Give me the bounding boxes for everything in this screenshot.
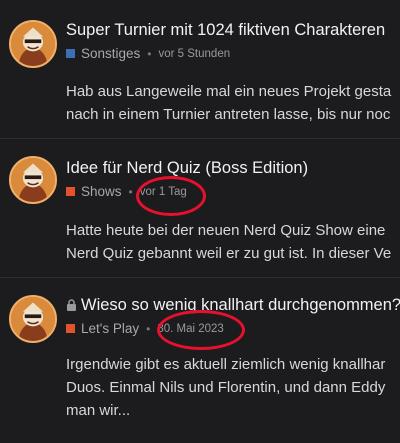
avatar-image (11, 22, 55, 66)
avatar[interactable] (9, 156, 57, 204)
category-color-badge (66, 49, 75, 58)
category-link[interactable]: Let's Play (81, 321, 139, 336)
category-link[interactable]: Shows (81, 184, 122, 199)
excerpt-line: Duos. Einmal Nils und Florentin, und dan… (66, 379, 386, 396)
topic-title[interactable]: Idee für Nerd Quiz (Boss Edition) (66, 159, 400, 178)
topic-meta: Sonstiges • vor 5 Stunden (66, 46, 400, 61)
category-color-badge (66, 187, 75, 196)
topic-meta: Shows • vor 1 Tag (66, 184, 400, 199)
topic-time[interactable]: vor 5 Stunden (159, 48, 231, 60)
topic-meta: Let's Play • 30. Mai 2023 (66, 321, 400, 336)
topic-excerpt[interactable]: Hatte heute bei der neuen Nerd Quiz Show… (66, 219, 400, 265)
excerpt-line: Nerd Quiz gebannt weil er zu gut ist. In… (66, 245, 392, 262)
topic-item[interactable]: Idee für Nerd Quiz (Boss Edition) Shows … (0, 139, 400, 278)
topic-time[interactable]: 30. Mai 2023 (157, 323, 224, 335)
topic-excerpt[interactable]: Irgendwie gibt es aktuell ziemlich wenig… (66, 353, 400, 422)
topic-item[interactable]: Super Turnier mit 1024 fiktiven Charakte… (0, 0, 400, 139)
topic-item[interactable]: Wieso so wenig knallhart durchgenommen? … (0, 278, 400, 443)
avatar-image (11, 158, 55, 202)
separator-dot: • (128, 184, 133, 199)
topic-title-text: Wieso so wenig knallhart durchgenommen? (81, 296, 400, 314)
excerpt-line: man wir... (66, 402, 131, 419)
category-color-badge (66, 324, 75, 333)
separator-dot: • (147, 46, 152, 61)
topic-time[interactable]: vor 1 Tag (140, 186, 187, 198)
separator-dot: • (146, 321, 151, 336)
category-link[interactable]: Sonstiges (81, 46, 140, 61)
excerpt-line: Hatte heute bei der neuen Nerd Quiz Show… (66, 222, 386, 239)
topic-title[interactable]: Wieso so wenig knallhart durchgenommen? (66, 296, 400, 315)
topic-title[interactable]: Super Turnier mit 1024 fiktiven Charakte… (66, 21, 400, 40)
excerpt-line: nach in einem Turnier antreten lasse, bi… (66, 106, 391, 123)
excerpt-line: Hab aus Langeweile mal ein neues Projekt… (66, 83, 392, 100)
topic-list: Super Turnier mit 1024 fiktiven Charakte… (0, 0, 400, 443)
avatar[interactable] (9, 295, 57, 343)
avatar[interactable] (9, 20, 57, 68)
topic-excerpt[interactable]: Hab aus Langeweile mal ein neues Projekt… (66, 80, 400, 126)
excerpt-line: Irgendwie gibt es aktuell ziemlich wenig… (66, 356, 386, 373)
avatar-image (11, 297, 55, 341)
lock-icon (67, 299, 76, 311)
